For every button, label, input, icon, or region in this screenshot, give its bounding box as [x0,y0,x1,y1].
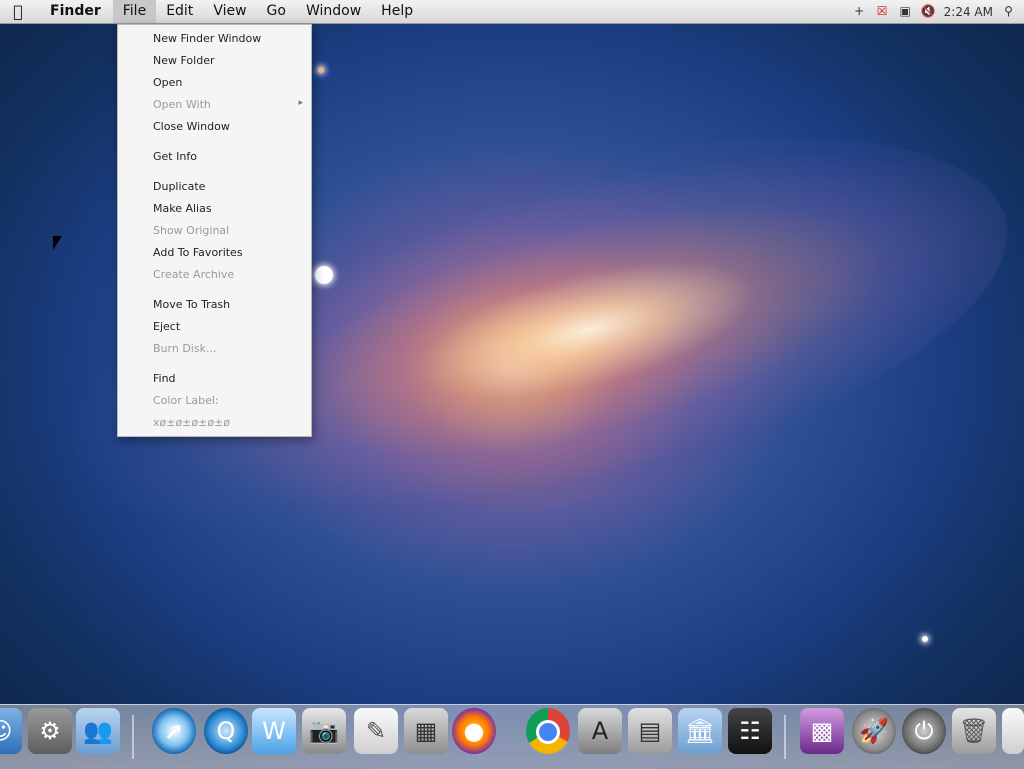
apple-menu-icon[interactable]:  [0,2,36,21]
menu-item-color-label[interactable]: Color Label: [153,394,219,408]
word-icon[interactable]: W [252,708,296,754]
safari-icon[interactable]: ➚ [152,708,196,754]
app-menu-finder[interactable]: Finder [36,0,113,23]
menu-edit[interactable]: Edit [156,0,203,23]
dock-separator [784,715,786,759]
menu-item-new-folder[interactable]: New Folder [153,54,214,68]
file-menu-dropdown: New Finder Window New Folder Open Open W… [117,24,312,437]
menu-item-get-info[interactable]: Get Info [153,150,197,164]
network-error-icon[interactable]: ☒ [875,4,890,19]
menu-go[interactable]: Go [257,0,296,23]
launchpad-icon[interactable]: 🚀 [852,708,896,754]
menu-view[interactable]: View [203,0,256,23]
menu-item-open[interactable]: Open [153,76,182,90]
calculator-icon[interactable]: ▦ [404,708,448,754]
trash-icon[interactable]: 🗑 [952,708,996,754]
users-folder-icon[interactable]: 👥 [76,708,120,754]
clock[interactable]: 2:24 AM [944,5,993,19]
finder-icon[interactable]: ☺ [0,708,22,754]
quicktime-icon[interactable]: Q [204,708,248,754]
menu-item-make-alias[interactable]: Make Alias [153,202,212,216]
wallpaper-star [315,266,333,284]
menu-help[interactable]: Help [371,0,423,23]
menu-item-add-to-favorites[interactable]: Add To Favorites [153,246,243,260]
menu-item-find[interactable]: Find [153,372,176,386]
status-tray: + ☒ ▣ 🔇 2:24 AM ⚲ [852,4,1024,19]
add-icon[interactable]: + [852,4,867,19]
menu-item-burn-disk[interactable]: Burn Disk... [153,342,216,356]
menu-item-close-window[interactable]: Close Window [153,120,230,134]
volume-muted-icon[interactable]: 🔇 [921,4,936,19]
menu-item-open-with[interactable]: Open With [153,98,211,112]
dashboard-icon[interactable]: ☷ [728,708,772,754]
system-preferences-icon[interactable]: ⚙ [28,708,72,754]
menu-bar:  Finder File Edit View Go Window Help +… [0,0,1024,24]
menu-item-create-archive[interactable]: Create Archive [153,268,234,282]
spotlight-search-icon[interactable]: ⚲ [1001,4,1016,19]
photo-icon[interactable]: 📷 [302,708,346,754]
menu-item-show-original[interactable]: Show Original [153,224,229,238]
dock-separator [132,715,134,759]
document-stack-icon[interactable] [1002,708,1024,754]
color-label-swatches[interactable]: xø±ø±ø±ø±ø [153,416,230,430]
submenu-arrow-icon: ▸ [298,98,303,108]
menu-item-duplicate[interactable]: Duplicate [153,180,205,194]
display-icon[interactable]: ▣ [898,4,913,19]
app-store-icon[interactable]: A [578,708,622,754]
menu-item-new-finder-window[interactable]: New Finder Window [153,32,261,46]
mouse-cursor-icon [53,236,62,250]
disk-utility-icon[interactable]: ▤ [628,708,672,754]
desktop-icon[interactable]: ▩ [800,708,844,754]
wallpaper-star [922,636,928,642]
power-icon[interactable]: ⏻ [902,708,946,754]
menu-item-eject[interactable]: Eject [153,320,180,334]
menu-item-move-to-trash[interactable]: Move To Trash [153,298,230,312]
wallpaper-star [318,67,324,73]
textedit-icon[interactable]: ✎ [354,708,398,754]
dock: ☺ ⚙ 👥 ➚ Q W 📷 ✎ ▦ ● A ▤ 🏛 ☷ ▩ 🚀 ⏻ 🗑 [0,704,1024,769]
applications-folder-icon[interactable]: 🏛 [678,708,722,754]
firefox-icon[interactable]: ● [452,708,496,754]
menu-file[interactable]: File [112,0,157,23]
chrome-icon[interactable] [526,708,570,754]
menu-window[interactable]: Window [296,0,371,23]
